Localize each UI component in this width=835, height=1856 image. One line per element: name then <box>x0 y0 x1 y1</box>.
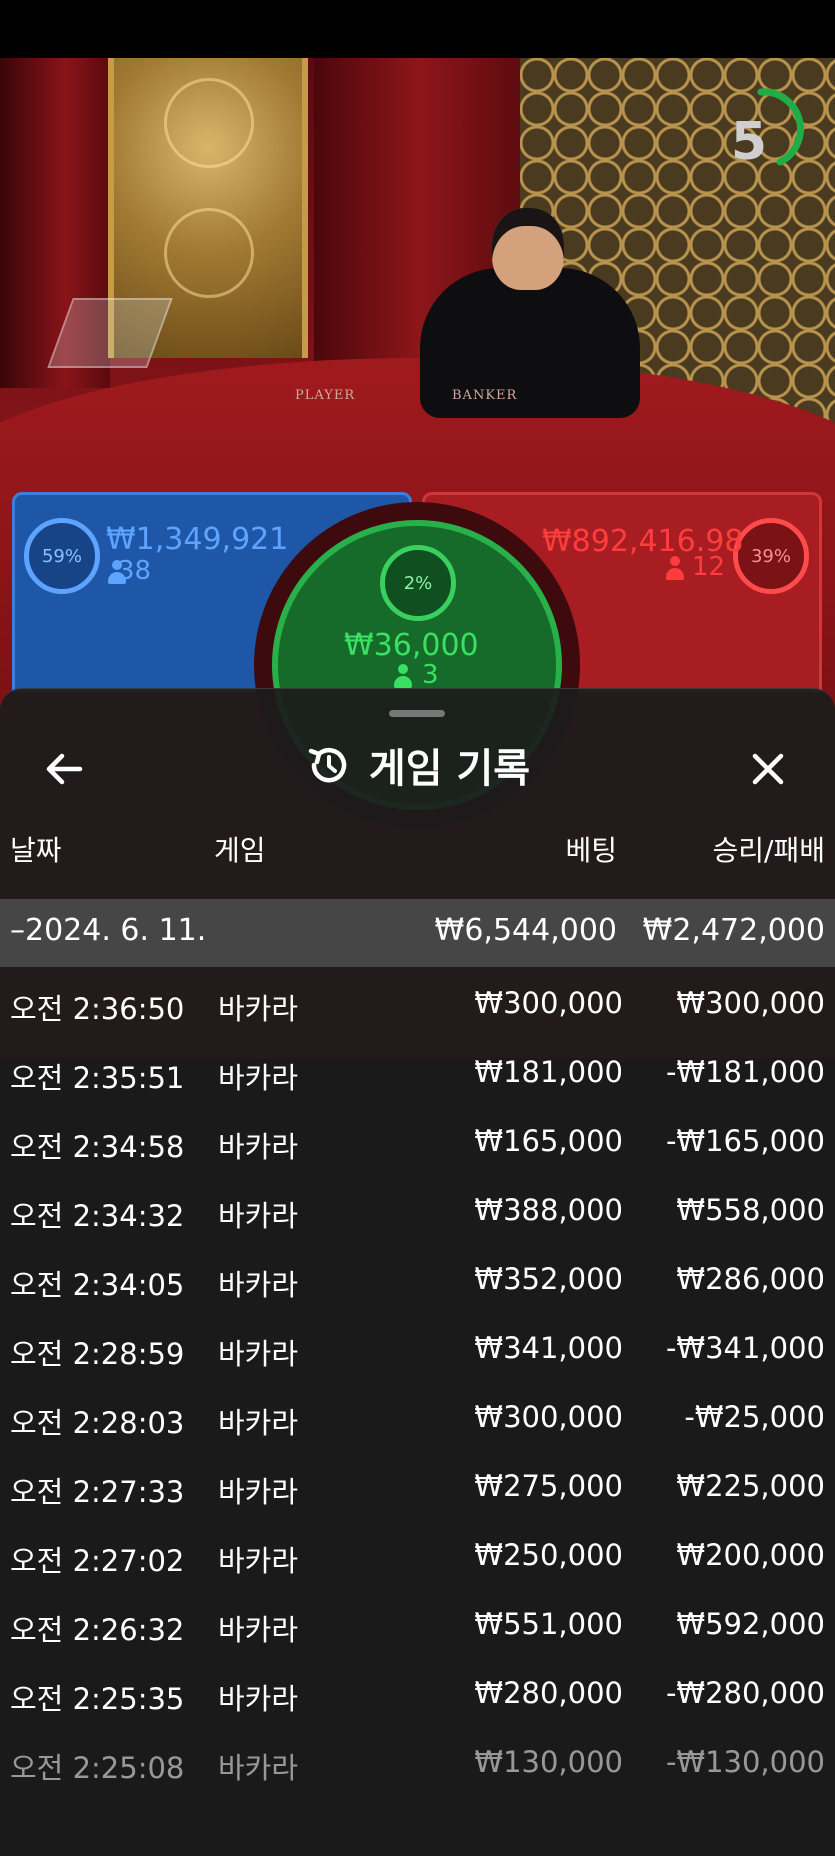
history-row[interactable]: 오전 2:35:51 바카라 ₩181,000 -₩181,000 <box>0 1036 835 1105</box>
row-time: 오전 2:34:58 <box>10 1130 185 1164</box>
row-bet: ₩352,000 <box>474 1262 623 1296</box>
table-label-player: PLAYER <box>295 388 356 403</box>
row-result: ₩300,000 <box>676 986 825 1020</box>
row-bet: ₩280,000 <box>474 1676 623 1710</box>
row-bet: ₩388,000 <box>474 1193 623 1227</box>
row-bet: ₩130,000 <box>474 1745 623 1779</box>
status-bar <box>0 0 835 58</box>
row-result: -₩280,000 <box>665 1676 825 1710</box>
row-bet: ₩181,000 <box>474 1055 623 1089</box>
banker-percent-ring: 39% <box>733 518 809 594</box>
row-bet: ₩275,000 <box>474 1469 623 1503</box>
tie-percent-ring: 2% <box>380 545 456 621</box>
row-bet: ₩551,000 <box>474 1607 623 1641</box>
date-group-row[interactable]: –2024. 6. 11. ₩6,544,000 ₩2,472,000 <box>0 899 835 967</box>
tie-bettor-count: 3 <box>422 660 439 690</box>
column-header-date: 날짜 <box>10 834 62 867</box>
person-icon <box>666 556 684 582</box>
history-row[interactable]: 오전 2:34:58 바카라 ₩165,000 -₩165,000 <box>0 1105 835 1174</box>
column-header-bet: 베팅 <box>565 834 617 867</box>
row-time: 오전 2:27:33 <box>10 1475 185 1509</box>
row-game: 바카라 <box>218 1337 299 1371</box>
countdown-number: 5 <box>730 112 768 172</box>
row-time: 오전 2:34:05 <box>10 1268 185 1302</box>
player-percent-ring: 59% <box>24 518 100 594</box>
row-time: 오전 2:28:59 <box>10 1337 185 1371</box>
history-row[interactable]: 오전 2:34:05 바카라 ₩352,000 ₩286,000 <box>0 1243 835 1312</box>
banker-bettor-count: 12 <box>692 552 726 582</box>
row-game: 바카라 <box>218 1130 299 1164</box>
tie-bet-total: ₩36,000 <box>344 628 479 663</box>
history-row[interactable]: 오전 2:25:08 바카라 ₩130,000 -₩130,000 <box>0 1726 835 1795</box>
game-history-sheet: 게임 기록 날짜 게임 베팅 승리/패배 –2024. 6. 11. ₩6,54… <box>0 688 835 1856</box>
history-row[interactable]: 오전 2:27:33 바카라 ₩275,000 ₩225,000 <box>0 1450 835 1519</box>
column-header-result: 승리/패배 <box>712 834 825 867</box>
row-game: 바카라 <box>218 1268 299 1302</box>
history-column-headers: 날짜 게임 베팅 승리/패배 <box>0 829 835 869</box>
sheet-drag-handle[interactable] <box>389 710 445 717</box>
row-game: 바카라 <box>218 1475 299 1509</box>
row-time: 오전 2:26:32 <box>10 1613 185 1647</box>
row-bet: ₩341,000 <box>474 1331 623 1365</box>
row-game: 바카라 <box>218 1751 299 1785</box>
history-row[interactable]: 오전 2:28:59 바카라 ₩341,000 -₩341,000 <box>0 1312 835 1381</box>
row-time: 오전 2:25:35 <box>10 1682 185 1716</box>
close-icon <box>752 753 784 785</box>
row-game: 바카라 <box>218 1544 299 1578</box>
row-time: 오전 2:36:50 <box>10 992 185 1026</box>
sheet-header: 게임 기록 <box>0 735 835 795</box>
date-group-bet-total: ₩6,544,000 <box>434 913 617 948</box>
row-game: 바카라 <box>218 1061 299 1095</box>
column-header-game: 게임 <box>214 834 266 867</box>
row-game: 바카라 <box>218 1199 299 1233</box>
row-game: 바카라 <box>218 1613 299 1647</box>
dealer <box>420 208 640 418</box>
row-bet: ₩300,000 <box>474 986 623 1020</box>
row-time: 오전 2:27:02 <box>10 1544 185 1578</box>
row-result: ₩286,000 <box>676 1262 825 1296</box>
history-row[interactable]: 오전 2:36:50 바카라 ₩300,000 ₩300,000 <box>0 967 835 1036</box>
history-row[interactable]: 오전 2:27:02 바카라 ₩250,000 ₩200,000 <box>0 1519 835 1588</box>
row-game: 바카라 <box>218 1682 299 1716</box>
row-result: ₩558,000 <box>676 1193 825 1227</box>
player-bettor-count: 38 <box>118 556 152 586</box>
row-bet: ₩300,000 <box>474 1400 623 1434</box>
row-result: ₩200,000 <box>676 1538 825 1572</box>
sheet-title: 게임 기록 <box>368 746 531 792</box>
row-result: -₩341,000 <box>665 1331 825 1365</box>
row-game: 바카라 <box>218 1406 299 1440</box>
history-row[interactable]: 오전 2:28:03 바카라 ₩300,000 -₩25,000 <box>0 1381 835 1450</box>
close-button[interactable] <box>738 739 798 799</box>
table-label-banker: BANKER <box>452 388 518 403</box>
date-group-result-total: ₩2,472,000 <box>642 913 825 948</box>
row-result: -₩25,000 <box>684 1400 825 1434</box>
row-result: ₩592,000 <box>676 1607 825 1641</box>
row-time: 오전 2:34:32 <box>10 1199 185 1233</box>
person-icon <box>394 664 412 690</box>
row-result: ₩225,000 <box>676 1469 825 1503</box>
row-time: 오전 2:35:51 <box>10 1061 185 1095</box>
row-time: 오전 2:25:08 <box>10 1751 185 1785</box>
history-icon <box>308 748 347 783</box>
player-bet-total: ₩1,349,921 <box>106 522 289 557</box>
row-result: -₩130,000 <box>665 1745 825 1779</box>
row-result: -₩165,000 <box>665 1124 825 1158</box>
row-game: 바카라 <box>218 992 299 1026</box>
history-row[interactable]: 오전 2:26:32 바카라 ₩551,000 ₩592,000 <box>0 1588 835 1657</box>
history-list: 오전 2:36:50 바카라 ₩300,000 ₩300,000 오전 2:35… <box>0 967 835 1795</box>
row-bet: ₩165,000 <box>474 1124 623 1158</box>
row-bet: ₩250,000 <box>474 1538 623 1572</box>
history-row[interactable]: 오전 2:34:32 바카라 ₩388,000 ₩558,000 <box>0 1174 835 1243</box>
row-time: 오전 2:28:03 <box>10 1406 185 1440</box>
date-group-label: –2024. 6. 11. <box>10 913 207 948</box>
row-result: -₩181,000 <box>665 1055 825 1089</box>
history-row[interactable]: 오전 2:25:35 바카라 ₩280,000 -₩280,000 <box>0 1657 835 1726</box>
